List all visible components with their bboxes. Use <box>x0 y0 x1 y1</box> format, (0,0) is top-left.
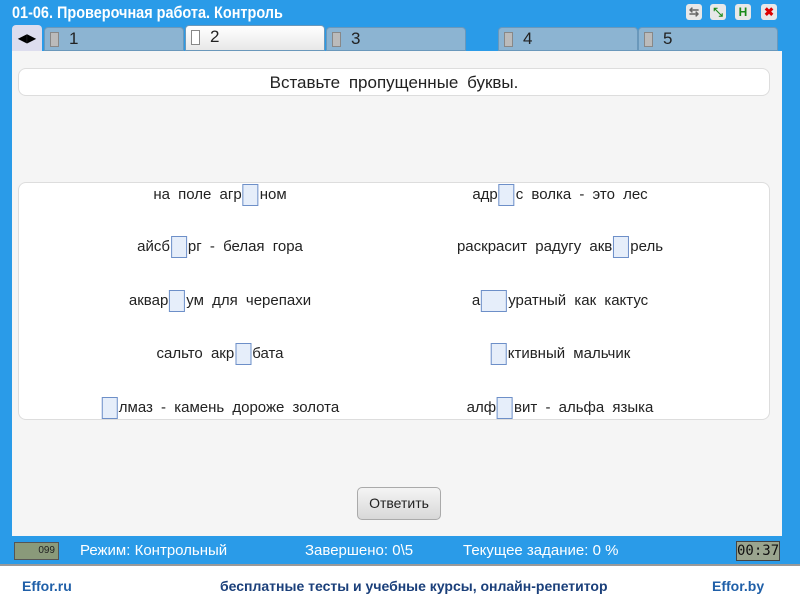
counter-value: 099 <box>38 545 55 556</box>
instruction: Вставьте пропущенные буквы. <box>18 68 770 96</box>
prev-arrow-icon[interactable]: ◀ <box>18 31 27 45</box>
tab-label: 4 <box>523 29 533 48</box>
item-text-before: адр <box>472 185 498 203</box>
item-text-after: вит - альфа языка <box>514 398 654 416</box>
page-icon <box>644 32 653 47</box>
exercise-item: сальто акр бата <box>156 343 284 365</box>
exercise-item: айсб рг - белая гора <box>137 236 303 258</box>
exercise-item: лмаз - камень дороже золота <box>101 397 339 419</box>
mode-label: Режим: Контрольный <box>80 542 228 559</box>
page-icon <box>332 32 341 47</box>
exercise-item: на поле агр ном <box>153 184 287 206</box>
close-button[interactable]: ✖ <box>761 4 777 20</box>
tab-5[interactable]: 5 <box>638 27 778 51</box>
item-text-before: сальто акр <box>156 344 235 362</box>
exercise-item: адр с волка - это лес <box>472 184 648 206</box>
exercise-item: раскрасит радугу акв рель <box>457 236 663 258</box>
item-text-after: бата <box>252 344 284 362</box>
letter-input[interactable] <box>498 184 515 206</box>
item-text-before: на поле агр <box>153 185 242 203</box>
exercise-item: алф вит - альфа языка <box>466 397 654 419</box>
footer-link-right[interactable]: Effor.by <box>712 578 764 594</box>
letter-input[interactable] <box>169 290 186 312</box>
item-text-after: рель <box>630 237 664 255</box>
tab-1[interactable]: 1 <box>44 27 184 51</box>
item-text-after: ум для черепахи <box>186 291 312 309</box>
clock-counter: 099 <box>14 542 59 560</box>
tab-label: 1 <box>69 29 79 48</box>
letter-input[interactable] <box>481 290 508 312</box>
content-area: Вставьте пропущенные буквы. Ответить <box>12 51 782 536</box>
item-text-before: алф <box>466 398 497 416</box>
footer-tagline: бесплатные тесты и учебные курсы, онлайн… <box>220 578 608 594</box>
completed-label: Завершено: 0\5 <box>305 542 414 559</box>
exercise-item: а уратный как кактус <box>472 290 648 312</box>
item-text-before: айсб <box>137 237 170 255</box>
item-text-after: лмаз - камень дороже золота <box>118 398 340 416</box>
item-text-after: ктивный мальчик <box>507 344 631 362</box>
letter-input[interactable] <box>490 343 507 365</box>
status-bar: 099 Режим: Контрольный Завершено: 0\5 Те… <box>0 537 800 564</box>
item-text-before: а <box>471 291 481 309</box>
letter-input[interactable] <box>613 236 630 258</box>
item-text-after: рг - белая гора <box>187 237 303 255</box>
exercise-item: ктивный мальчик <box>490 343 631 365</box>
item-text-after: с волка - это лес <box>515 185 648 203</box>
item-text-before: аквар <box>128 291 169 309</box>
item-text-after: уратный как кактус <box>508 291 649 309</box>
page-icon <box>50 32 59 47</box>
tab-3[interactable]: 3 <box>326 27 466 51</box>
tab-label: 2 <box>210 27 220 46</box>
exercise-item: аквар ум для черепахи <box>129 290 311 312</box>
tab-label: 3 <box>351 29 361 48</box>
tab-bar: ◀▶ 1 2 3 4 5 <box>12 25 782 51</box>
current-task-label: Текущее задание: 0 % <box>463 542 619 559</box>
window-title: 01-06. Проверочная работа. Контроль <box>12 3 283 22</box>
save-button[interactable]: H <box>735 4 751 20</box>
tab-4[interactable]: 4 <box>498 27 638 51</box>
next-arrow-icon[interactable]: ▶ <box>27 31 36 45</box>
answer-button[interactable]: Ответить <box>357 487 441 520</box>
tab-label: 5 <box>663 29 673 48</box>
letter-input[interactable] <box>101 397 118 419</box>
fullscreen-button[interactable]: ⤡ <box>710 4 726 20</box>
letter-input[interactable] <box>242 184 259 206</box>
timer: 00:37 <box>736 541 780 561</box>
letter-input[interactable] <box>497 397 514 419</box>
item-text-after: ном <box>259 185 287 203</box>
tab-2[interactable]: 2 <box>185 25 325 51</box>
app-window: 01-06. Проверочная работа. Контроль ⇆ ⤡ … <box>0 0 800 566</box>
page-icon <box>191 30 200 45</box>
item-text-before: раскрасит радугу акв <box>456 237 613 255</box>
share-button[interactable]: ⇆ <box>686 4 702 20</box>
page-icon <box>504 32 513 47</box>
footer-link-left[interactable]: Effor.ru <box>22 578 72 594</box>
tab-nav-arrows[interactable]: ◀▶ <box>12 25 42 51</box>
letter-input[interactable] <box>170 236 187 258</box>
letter-input[interactable] <box>235 343 252 365</box>
